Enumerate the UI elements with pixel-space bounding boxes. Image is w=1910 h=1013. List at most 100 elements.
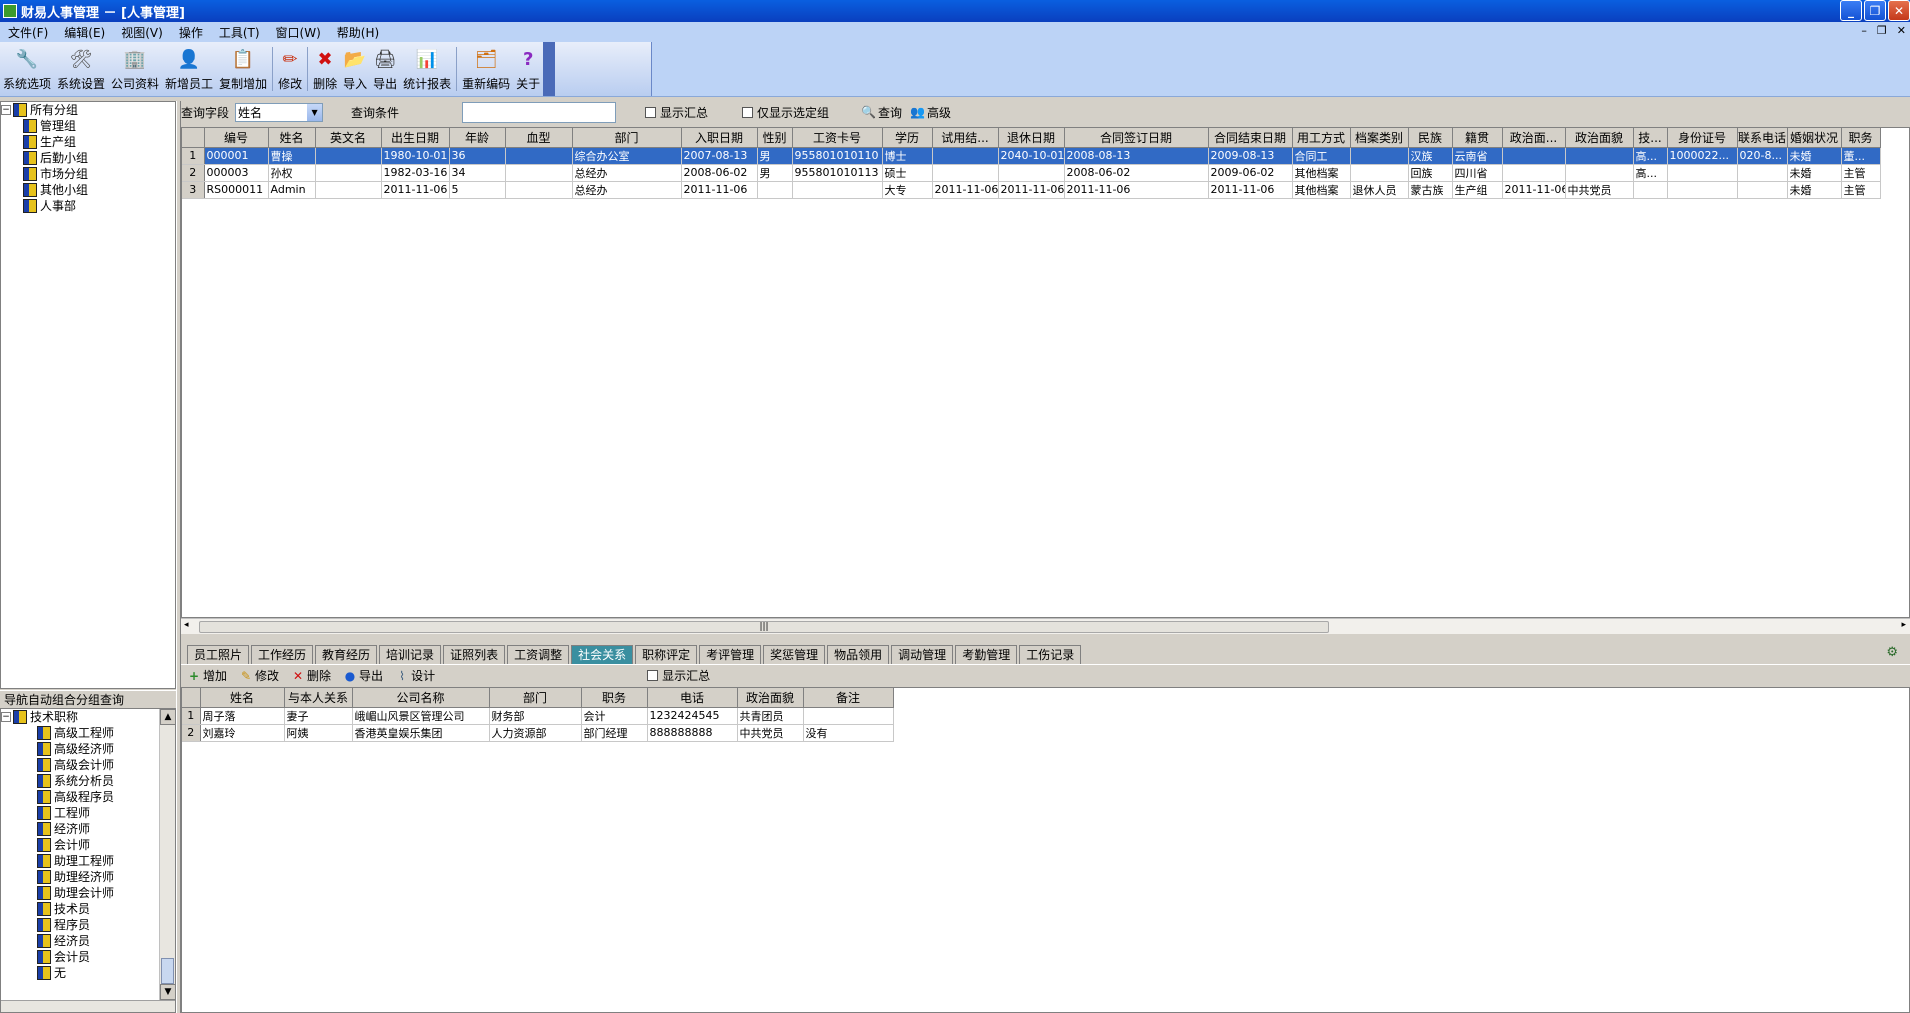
- tab-13[interactable]: 工伤记录: [1019, 645, 1082, 664]
- nav-node[interactable]: 经济师: [1, 821, 175, 837]
- tab-2[interactable]: 教育经历: [315, 645, 378, 664]
- table-cell[interactable]: 2011-11-06: [1064, 181, 1209, 199]
- delete-button[interactable]: ✖ 删除: [310, 42, 340, 96]
- import-button[interactable]: 📂 导入: [340, 42, 370, 96]
- relation-column-header[interactable]: 政治面貌: [737, 688, 804, 708]
- tab-0[interactable]: 员工照片: [187, 645, 250, 664]
- tab-12[interactable]: 考勤管理: [955, 645, 1018, 664]
- tab-11[interactable]: 调动管理: [891, 645, 954, 664]
- table-cell[interactable]: [315, 164, 382, 182]
- table-cell[interactable]: 人力资源部: [489, 724, 582, 742]
- table-cell[interactable]: [1350, 147, 1409, 165]
- table-cell[interactable]: RS000011: [204, 181, 269, 199]
- table-row[interactable]: 3 RS000011 Admin 2011-11-06 5 总经办 2011-11-06 大专…: [182, 181, 1881, 199]
- table-cell[interactable]: [998, 164, 1065, 182]
- recode-button[interactable]: 🗂 重新编码: [459, 42, 513, 96]
- nav-vertical-scrollbar[interactable]: ▲ ▼: [159, 709, 175, 1012]
- menu-file[interactable]: 文件(F): [0, 24, 56, 41]
- tree-node-group[interactable]: 其他小组: [1, 182, 175, 198]
- scroll-down-icon[interactable]: ▼: [160, 984, 175, 1000]
- table-cell[interactable]: 高...: [1633, 147, 1668, 165]
- table-cell[interactable]: 5: [449, 181, 506, 199]
- mdi-close-icon[interactable]: ✕: [1897, 24, 1906, 37]
- only-selected-group-checkbox[interactable]: 仅显示选定组: [742, 104, 829, 121]
- tree-node-group[interactable]: 生产组: [1, 134, 175, 150]
- employee-column-header[interactable]: 学历: [882, 128, 933, 148]
- table-cell[interactable]: 2011-11-06: [1502, 181, 1566, 199]
- advanced-search-button[interactable]: 👥 高级: [910, 104, 951, 121]
- table-cell[interactable]: 峨嵋山风景区管理公司: [352, 707, 490, 725]
- nav-node[interactable]: 高级程序员: [1, 789, 175, 805]
- table-cell[interactable]: 阿姨: [284, 724, 353, 742]
- row-number[interactable]: 1: [182, 707, 201, 725]
- table-cell[interactable]: 1980-10-01: [381, 147, 450, 165]
- table-cell[interactable]: 2008-06-02: [1064, 164, 1209, 182]
- row-number[interactable]: 1: [182, 147, 205, 165]
- table-cell[interactable]: 曹操: [268, 147, 316, 165]
- table-cell[interactable]: 共青团员: [737, 707, 804, 725]
- employee-column-header[interactable]: 姓名: [268, 128, 316, 148]
- nav-node[interactable]: 高级经济师: [1, 741, 175, 757]
- table-cell[interactable]: 硕士: [882, 164, 933, 182]
- add-record-button[interactable]: + 增加: [187, 667, 227, 684]
- employee-column-header[interactable]: 编号: [204, 128, 269, 148]
- table-cell[interactable]: 董...: [1841, 147, 1881, 165]
- table-cell[interactable]: [932, 164, 999, 182]
- detail-show-summary-checkbox[interactable]: 显示汇总: [647, 667, 710, 684]
- table-cell[interactable]: [1667, 164, 1738, 182]
- tab-7[interactable]: 职称评定: [635, 645, 698, 664]
- menu-tools[interactable]: 工具(T): [211, 24, 268, 41]
- employee-column-header[interactable]: 合同签订日期: [1064, 128, 1209, 148]
- table-cell[interactable]: 主管: [1841, 164, 1881, 182]
- table-cell[interactable]: 男: [757, 164, 793, 182]
- table-cell[interactable]: [932, 147, 999, 165]
- employee-column-header[interactable]: 出生日期: [381, 128, 450, 148]
- employee-column-header[interactable]: 血型: [505, 128, 573, 148]
- table-cell[interactable]: 博士: [882, 147, 933, 165]
- table-cell[interactable]: 香港英皇娱乐集团: [352, 724, 490, 742]
- tab-1[interactable]: 工作经历: [251, 645, 314, 664]
- scroll-thumb[interactable]: |||: [199, 621, 1329, 633]
- table-cell[interactable]: 总经办: [572, 164, 682, 182]
- menu-edit[interactable]: 编辑(E): [56, 24, 113, 41]
- table-cell[interactable]: 大专: [882, 181, 933, 199]
- table-cell[interactable]: [1565, 147, 1634, 165]
- table-row[interactable]: 1 000001 曹操 1980-10-01 36 综合办公室 2007-08-13 男 955…: [182, 147, 1881, 165]
- relation-column-header[interactable]: 与本人关系: [284, 688, 353, 708]
- table-cell[interactable]: [1667, 181, 1738, 199]
- table-cell[interactable]: [1502, 164, 1566, 182]
- table-cell[interactable]: 36: [449, 147, 506, 165]
- employee-column-header[interactable]: 民族: [1408, 128, 1453, 148]
- table-cell[interactable]: 2011-11-06: [998, 181, 1065, 199]
- tree-node-group[interactable]: 市场分组: [1, 166, 175, 182]
- table-cell[interactable]: 2007-08-13: [681, 147, 758, 165]
- table-cell[interactable]: 888888888: [647, 724, 738, 742]
- company-info-button[interactable]: 🏢 公司资料: [108, 42, 162, 96]
- table-cell[interactable]: [1737, 164, 1788, 182]
- table-cell[interactable]: 刘嘉玲: [200, 724, 285, 742]
- table-cell[interactable]: 四川省: [1452, 164, 1503, 182]
- mdi-restore-icon[interactable]: ❐: [1877, 24, 1887, 37]
- employee-column-header[interactable]: 技...: [1633, 128, 1668, 148]
- table-cell[interactable]: 000001: [204, 147, 269, 165]
- nav-horizontal-scrollbar[interactable]: [1, 1000, 175, 1012]
- table-cell[interactable]: 2008-06-02: [681, 164, 758, 182]
- table-cell[interactable]: [505, 147, 573, 165]
- edit-record-button[interactable]: ✎ 修改: [239, 667, 279, 684]
- table-cell[interactable]: 1000022...: [1667, 147, 1738, 165]
- table-cell[interactable]: [315, 181, 382, 199]
- tab-9[interactable]: 奖惩管理: [763, 645, 826, 664]
- table-cell[interactable]: 020-8...: [1737, 147, 1788, 165]
- nav-node[interactable]: 会计师: [1, 837, 175, 853]
- employee-column-header[interactable]: 婚姻状况: [1787, 128, 1842, 148]
- table-cell[interactable]: [757, 181, 793, 199]
- export-record-button[interactable]: ● 导出: [343, 667, 383, 684]
- employee-column-header[interactable]: 政治面貌: [1565, 128, 1634, 148]
- design-button[interactable]: ⌇ 设计: [395, 667, 435, 684]
- relation-column-header[interactable]: 部门: [489, 688, 582, 708]
- employee-column-header[interactable]: 部门: [572, 128, 682, 148]
- employee-column-header[interactable]: 试用结...: [932, 128, 999, 148]
- table-cell[interactable]: [1737, 181, 1788, 199]
- table-cell[interactable]: 000003: [204, 164, 269, 182]
- employee-column-header[interactable]: 档案类别: [1350, 128, 1409, 148]
